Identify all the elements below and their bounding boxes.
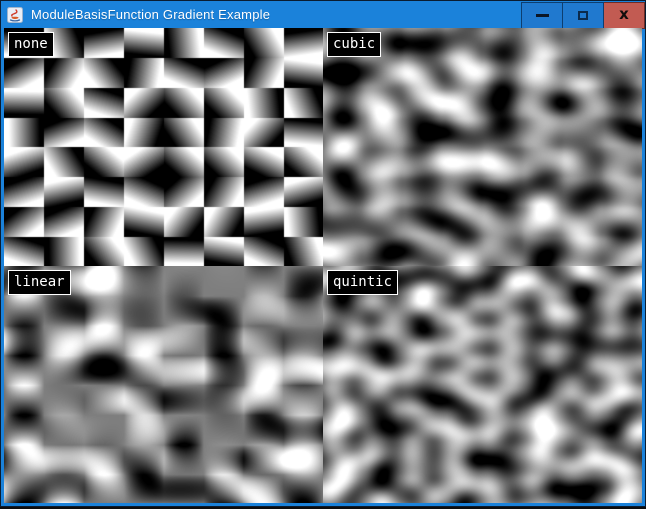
panel-label-none: none [8, 32, 54, 57]
minimize-button[interactable] [521, 2, 563, 29]
noise-canvas-linear [4, 266, 323, 504]
panel-linear: linear [4, 266, 323, 504]
panel-cubic: cubic [323, 28, 642, 266]
close-icon: x [619, 7, 629, 22]
window-controls: x [521, 2, 645, 29]
render-area: none cubic linear quintic [4, 28, 642, 503]
noise-canvas-quintic [323, 266, 642, 504]
minimize-icon [536, 14, 549, 17]
title-bar[interactable]: ModuleBasisFunction Gradient Example x [1, 1, 645, 28]
panel-quintic: quintic [323, 266, 642, 504]
noise-canvas-cubic [323, 28, 642, 266]
app-window: ModuleBasisFunction Gradient Example x n… [0, 0, 646, 507]
maximize-button[interactable] [563, 2, 604, 29]
window-title: ModuleBasisFunction Gradient Example [31, 7, 270, 22]
close-button[interactable]: x [604, 2, 645, 29]
panel-none: none [4, 28, 323, 266]
maximize-icon [578, 11, 588, 20]
noise-canvas-none [4, 28, 323, 266]
panel-label-quintic: quintic [327, 270, 398, 295]
java-coffee-icon [7, 7, 23, 23]
panel-label-linear: linear [8, 270, 71, 295]
panel-label-cubic: cubic [327, 32, 381, 57]
